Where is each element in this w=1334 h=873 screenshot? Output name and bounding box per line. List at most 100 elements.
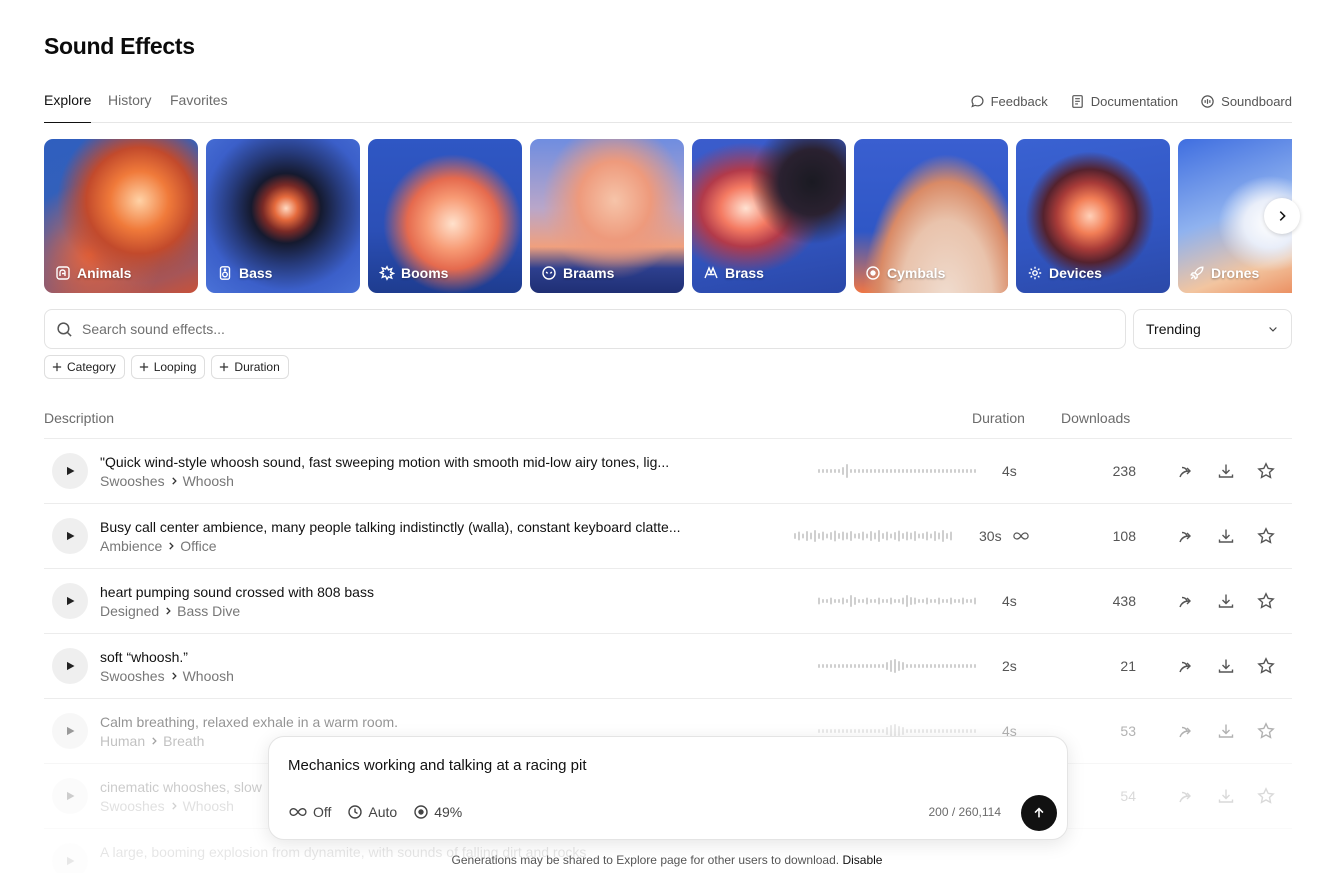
- row-subcategory[interactable]: Bass Dive: [177, 603, 240, 619]
- play-button[interactable]: [52, 583, 88, 619]
- row-breadcrumb: Swooshes Whoosh: [100, 668, 234, 684]
- sort-select[interactable]: Trending: [1133, 309, 1292, 349]
- feedback-link[interactable]: Feedback: [970, 94, 1048, 109]
- remix-icon[interactable]: [1176, 526, 1196, 546]
- search-input[interactable]: [82, 321, 1082, 337]
- remix-icon[interactable]: [1176, 591, 1196, 611]
- category-label: Bass: [239, 265, 273, 281]
- play-icon: [67, 726, 75, 736]
- tab-explore[interactable]: Explore: [44, 92, 92, 123]
- favorite-star-icon[interactable]: [1256, 461, 1276, 481]
- top-links: Feedback Documentation Soundboard: [970, 94, 1292, 109]
- favorite-star-icon[interactable]: [1256, 526, 1276, 546]
- tab-favorites[interactable]: Favorites: [170, 92, 228, 123]
- gear-icon: [1028, 266, 1042, 280]
- table-row[interactable]: soft “whoosh.” Swooshes Whoosh 2s 21: [44, 634, 1292, 699]
- clock-icon: [348, 805, 363, 819]
- row-subcategory[interactable]: Office: [180, 538, 216, 554]
- table-row[interactable]: heart pumping sound crossed with 808 bas…: [44, 569, 1292, 634]
- row-category[interactable]: Swooshes: [100, 668, 165, 684]
- row-downloads: 21: [1120, 658, 1136, 674]
- soundboard-icon: [1201, 95, 1214, 108]
- row-description: heart pumping sound crossed with 808 bas…: [100, 584, 374, 600]
- chevron-right-icon: [1279, 211, 1286, 221]
- play-icon: [67, 596, 75, 606]
- row-breadcrumb: Human Breath: [100, 733, 204, 749]
- row-subcategory[interactable]: Whoosh: [183, 473, 234, 489]
- category-label: Booms: [401, 265, 449, 281]
- row-subcategory[interactable]: Whoosh: [183, 798, 234, 814]
- category-tile-bass[interactable]: Bass: [206, 139, 360, 293]
- loop-toggle[interactable]: Off: [288, 804, 331, 820]
- favorite-star-icon[interactable]: [1256, 786, 1276, 806]
- download-icon[interactable]: [1216, 591, 1236, 611]
- carousel-next-button[interactable]: [1264, 198, 1300, 234]
- play-button[interactable]: [52, 648, 88, 684]
- filter-duration-button[interactable]: Duration: [211, 355, 289, 379]
- documentation-link[interactable]: Documentation: [1070, 94, 1178, 109]
- influence-icon: [414, 805, 428, 819]
- column-downloads[interactable]: Downloads: [1061, 410, 1130, 426]
- favorite-star-icon[interactable]: [1256, 591, 1276, 611]
- share-notice-text: Generations may be shared to Explore pag…: [451, 853, 840, 867]
- play-button[interactable]: [52, 453, 88, 489]
- waveform: [818, 659, 976, 673]
- remix-icon[interactable]: [1176, 786, 1196, 806]
- row-category[interactable]: Swooshes: [100, 798, 165, 814]
- remix-icon[interactable]: [1176, 461, 1196, 481]
- row-description: soft “whoosh.”: [100, 649, 188, 665]
- generate-button[interactable]: [1021, 795, 1057, 831]
- download-icon[interactable]: [1216, 526, 1236, 546]
- table-row[interactable]: Busy call center ambience, many people t…: [44, 504, 1292, 569]
- remix-icon[interactable]: [1176, 656, 1196, 676]
- plus-icon: [52, 362, 62, 372]
- row-subcategory[interactable]: Whoosh: [183, 668, 234, 684]
- favorite-star-icon[interactable]: [1256, 656, 1276, 676]
- influence-value: 49%: [434, 804, 463, 820]
- category-tile-braams[interactable]: Braams: [530, 139, 684, 293]
- category-tile-booms[interactable]: Booms: [368, 139, 522, 293]
- plus-icon: [220, 362, 229, 372]
- row-subcategory[interactable]: Breath: [163, 733, 204, 749]
- waveform: [818, 464, 976, 478]
- tab-history[interactable]: History: [108, 92, 152, 123]
- play-button[interactable]: [52, 778, 88, 814]
- category-tile-animals[interactable]: Animals: [44, 139, 198, 293]
- category-tile-brass[interactable]: Brass: [692, 139, 846, 293]
- chevron-right-icon: [171, 672, 177, 680]
- play-button[interactable]: [52, 713, 88, 749]
- chevron-right-icon: [171, 477, 177, 485]
- soundboard-label: Soundboard: [1221, 94, 1292, 109]
- play-icon: [67, 791, 75, 801]
- category-tile-cymbals[interactable]: Cymbals: [854, 139, 1008, 293]
- chevron-down-icon: [1269, 327, 1277, 332]
- duration-setting[interactable]: Auto: [347, 804, 397, 820]
- filter-category-button[interactable]: Category: [44, 355, 125, 379]
- prompt-input[interactable]: Mechanics working and talking at a racin…: [288, 757, 587, 774]
- category-label: Devices: [1049, 265, 1102, 281]
- row-duration: 30s: [979, 528, 1002, 544]
- favorite-star-icon[interactable]: [1256, 721, 1276, 741]
- remix-icon[interactable]: [1176, 721, 1196, 741]
- brass-icon: [704, 266, 718, 279]
- disable-sharing-link[interactable]: Disable: [842, 853, 882, 867]
- row-category[interactable]: Human: [100, 733, 145, 749]
- prompt-influence-setting[interactable]: 49%: [413, 804, 462, 820]
- column-description: Description: [44, 410, 115, 426]
- row-category[interactable]: Ambience: [100, 538, 162, 554]
- download-icon[interactable]: [1216, 721, 1236, 741]
- download-icon[interactable]: [1216, 786, 1236, 806]
- category-tile-devices[interactable]: Devices: [1016, 139, 1170, 293]
- play-icon: [67, 531, 75, 541]
- play-button[interactable]: [52, 518, 88, 554]
- filter-looping-button[interactable]: Looping: [130, 355, 206, 379]
- download-icon[interactable]: [1216, 656, 1236, 676]
- download-icon[interactable]: [1216, 461, 1236, 481]
- row-category[interactable]: Designed: [100, 603, 159, 619]
- column-duration[interactable]: Duration: [972, 410, 1025, 426]
- row-category[interactable]: Swooshes: [100, 473, 165, 489]
- soundboard-link[interactable]: Soundboard: [1200, 94, 1292, 109]
- table-row[interactable]: "Quick wind-style whoosh sound, fast swe…: [44, 439, 1292, 504]
- row-downloads: 53: [1120, 723, 1136, 739]
- loop-value: Off: [313, 804, 332, 820]
